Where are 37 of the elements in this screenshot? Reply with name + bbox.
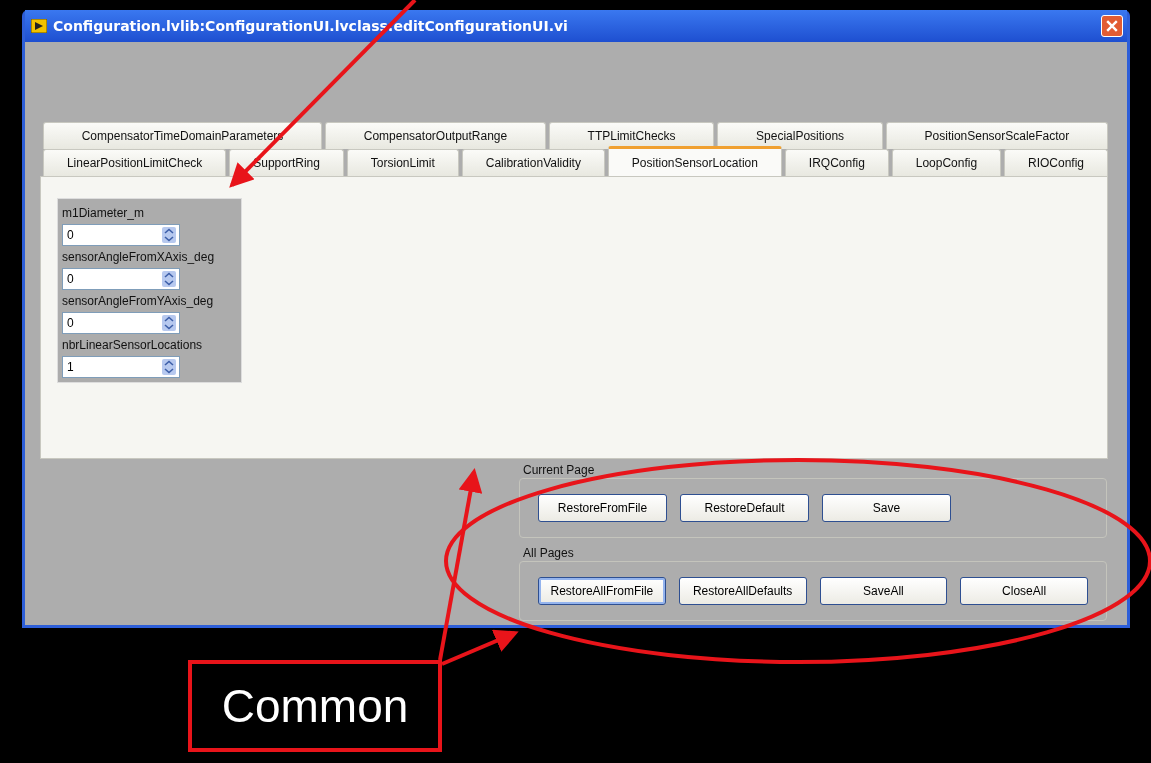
action-button[interactable]: RestoreDefault <box>680 494 809 522</box>
tab[interactable]: SpecialPositions <box>717 122 883 149</box>
tab[interactable]: RIOConfig <box>1004 149 1108 176</box>
numeric-field[interactable]: 0 <box>62 268 180 290</box>
tab[interactable]: TorsionLimit <box>346 149 459 176</box>
control-label: nbrLinearSensorLocations <box>62 337 204 354</box>
action-button[interactable]: RestoreFromFile <box>538 494 667 522</box>
tab[interactable]: PositionSensorLocation <box>607 146 782 176</box>
numeric-field[interactable]: 0 <box>62 224 180 246</box>
tab[interactable]: PositionSensorScaleFactor <box>885 122 1108 149</box>
close-icon <box>1106 20 1118 32</box>
tab[interactable]: CalibrationValidity <box>461 149 605 176</box>
tab[interactable]: CompensatorOutputRange <box>325 122 546 149</box>
control-label: sensorAngleFromYAxis_deg <box>62 293 215 310</box>
tab[interactable]: IRQConfig <box>784 149 889 176</box>
control-label: m1Diameter_m <box>62 205 146 222</box>
spinner-icon <box>162 359 176 375</box>
tab[interactable]: TTPLimitChecks <box>548 122 715 149</box>
action-button[interactable]: CloseAll <box>960 577 1088 605</box>
action-button[interactable]: Save <box>822 494 951 522</box>
tab[interactable]: LinearPositionLimitCheck <box>43 149 227 176</box>
spinner-icon <box>162 227 176 243</box>
action-button[interactable]: SaveAll <box>819 577 948 605</box>
close-button[interactable] <box>1101 15 1123 37</box>
tab[interactable]: SupportRing <box>229 149 344 176</box>
action-button[interactable]: RestoreAllFromFile <box>538 577 666 605</box>
spinner-icon <box>162 271 176 287</box>
group-label: Current Page <box>523 463 595 477</box>
control-label: sensorAngleFromXAxis_deg <box>62 249 216 266</box>
group-label: All Pages <box>523 546 574 560</box>
app-icon <box>31 19 47 33</box>
tab[interactable]: LoopConfig <box>891 149 1002 176</box>
numeric-field[interactable]: 1 <box>62 356 180 378</box>
numeric-field[interactable]: 0 <box>62 312 180 334</box>
spinner-icon <box>162 315 176 331</box>
callout-label: Common <box>221 679 409 733</box>
action-button[interactable]: RestoreAllDefaults <box>678 577 807 605</box>
